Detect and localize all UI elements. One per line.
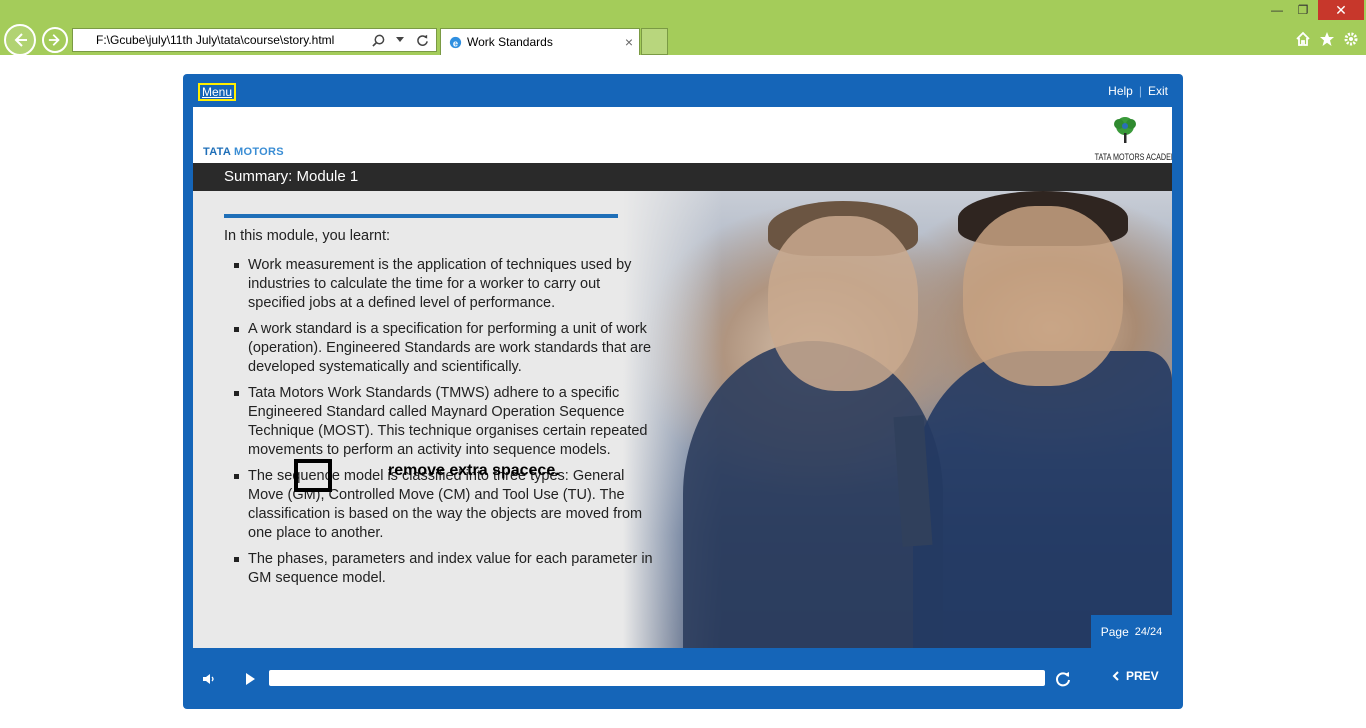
- dropdown-icon[interactable]: [392, 32, 408, 48]
- list-item: The phases, parameters and index value f…: [234, 550, 654, 588]
- list-item: Work measurement is the application of t…: [234, 256, 654, 313]
- tata-motors-logo: TATA MOTORS: [203, 146, 284, 158]
- brand-part2: MOTORS: [234, 146, 284, 158]
- page-label: Page: [1100, 624, 1129, 639]
- volume-icon[interactable]: [198, 668, 220, 690]
- new-tab-button[interactable]: [641, 28, 668, 55]
- search-icon[interactable]: [370, 32, 386, 48]
- photo-figure-right: [913, 351, 1172, 648]
- list-item: Tata Motors Work Standards (TMWS) adhere…: [234, 384, 654, 460]
- replay-icon[interactable]: [1052, 668, 1074, 690]
- help-link[interactable]: Help: [1108, 84, 1133, 98]
- page-indicator: Page 24/24: [1091, 615, 1172, 648]
- player-controls: PREV: [193, 662, 1172, 696]
- annotation-box: [294, 459, 332, 492]
- academy-text: TATA MOTORS ACADEMY: [1094, 152, 1172, 162]
- tata-motors-academy-logo: TATA MOTORS ACADEMY: [1087, 115, 1172, 162]
- chevron-left-icon: [1112, 671, 1119, 681]
- prev-button[interactable]: PREV: [1112, 669, 1159, 683]
- separator: |: [1138, 84, 1142, 98]
- address-url[interactable]: F:\Gcube\july\11th July\tata\course\stor…: [73, 33, 370, 47]
- maximize-button[interactable]: ❐: [1292, 0, 1314, 20]
- tree-logo-icon: [1114, 117, 1136, 143]
- title-underline: [224, 214, 618, 218]
- slide-title: Summary: Module 1: [193, 163, 1172, 191]
- minimize-button[interactable]: —: [1266, 0, 1288, 20]
- tab-work-standards[interactable]: e Work Standards ×: [440, 28, 640, 55]
- arrow-left-icon: [14, 33, 27, 47]
- back-button[interactable]: [4, 24, 36, 56]
- ie-logo-icon: e: [447, 34, 463, 50]
- prev-label: PREV: [1126, 669, 1159, 683]
- list-item: A work standard is a specification for p…: [234, 320, 654, 377]
- browser-toolbar: [1294, 30, 1360, 48]
- favorites-star-icon[interactable]: [1318, 30, 1336, 48]
- close-tab-icon[interactable]: ×: [625, 34, 633, 50]
- play-icon[interactable]: [239, 668, 261, 690]
- refresh-icon[interactable]: [414, 32, 430, 48]
- home-icon[interactable]: [1294, 30, 1312, 48]
- forward-button[interactable]: [42, 27, 68, 53]
- address-bar[interactable]: F:\Gcube\july\11th July\tata\course\stor…: [72, 28, 437, 52]
- progress-bar[interactable]: [269, 670, 1045, 686]
- browser-chrome: — ❐ ✕ F:\Gcube\july\11th July\tata\cours…: [0, 0, 1366, 56]
- svg-text:e: e: [452, 38, 457, 48]
- menu-button[interactable]: Menu: [198, 83, 237, 101]
- course-player: Menu Help | Exit TATA MOTORS TATA MOTORS…: [183, 74, 1183, 709]
- photo-head-right: [963, 206, 1123, 386]
- photo-head-left: [768, 216, 918, 391]
- annotation-note: remove extra spacece.: [388, 462, 560, 479]
- top-links: Help | Exit: [1108, 84, 1168, 98]
- settings-gear-icon[interactable]: [1342, 30, 1360, 48]
- exit-link[interactable]: Exit: [1148, 84, 1168, 98]
- brand-part1: TATA: [203, 146, 231, 158]
- slide-content: In this module, you learnt: Work measure…: [193, 191, 1172, 648]
- slide-stage: TATA MOTORS TATA MOTORS ACADEMY Summary:…: [193, 107, 1172, 648]
- arrow-right-icon: [48, 34, 60, 46]
- summary-list: Work measurement is the application of t…: [234, 256, 654, 595]
- intro-text: In this module, you learnt:: [224, 228, 391, 244]
- page-count: 24/24: [1134, 625, 1163, 638]
- close-window-button[interactable]: ✕: [1318, 0, 1364, 20]
- tab-title: Work Standards: [467, 35, 553, 49]
